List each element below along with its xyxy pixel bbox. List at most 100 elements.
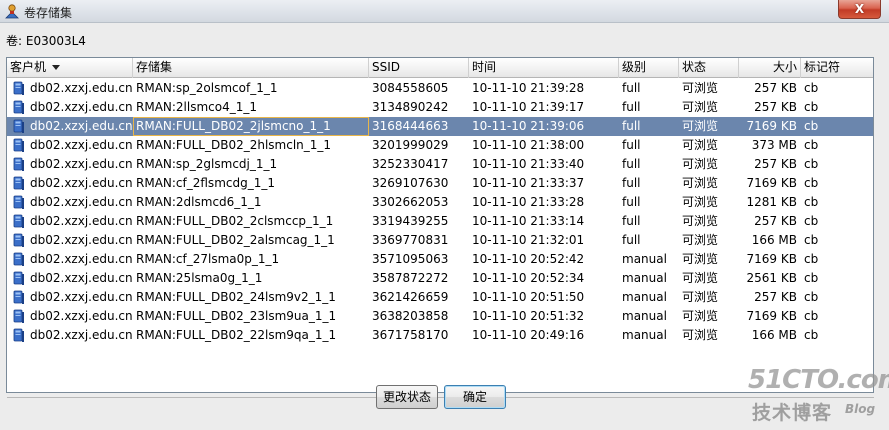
title-bar: 卷存储集 X <box>0 0 889 23</box>
cell-text: full <box>622 195 641 209</box>
table-row[interactable]: db02.xzxj.edu.cn RMAN:FULL_DB02_2jlsmcno_… <box>7 117 873 136</box>
cell-size: 7169 KB <box>739 174 801 193</box>
cell-text: RMAN:FULL_DB02_23lsm9ua_1_1 <box>136 309 337 323</box>
cell-text: 10-11-10 21:39:06 <box>472 119 585 133</box>
cell-text: RMAN:cf_27lsma0p_1_1 <box>136 252 280 266</box>
table-row[interactable]: db02.xzxj.edu.cn RMAN:2dlsmcd6_1_1 3302662… <box>7 193 873 212</box>
cell-text: 10-11-10 21:39:17 <box>472 100 585 114</box>
cell-status: 可浏览 <box>679 117 739 136</box>
watermark-blog-text: Blog <box>845 402 876 416</box>
saveset-table[interactable]: 客户机 存储集 SSID 时间 级别 状态 大小 标记符 db02.xzxj.e… <box>6 57 874 398</box>
cell-text: db02.xzxj.edu.cn <box>30 233 133 247</box>
cell-text: 可浏览 <box>682 271 719 285</box>
cell-text: 可浏览 <box>682 119 719 133</box>
cell-ssid: 3168444663 <box>369 117 469 136</box>
table-row[interactable]: db02.xzxj.edu.cn RMAN:FULL_DB02_2clsmccp_… <box>7 212 873 231</box>
cell-status: 可浏览 <box>679 269 739 288</box>
column-header-client[interactable]: 客户机 <box>7 58 133 78</box>
volume-label: 卷: E03003L4 <box>6 34 86 48</box>
cell-text: full <box>622 214 641 228</box>
cell-text: db02.xzxj.edu.cn <box>30 100 133 114</box>
column-header-label: 标记符 <box>804 60 841 74</box>
watermark-main-text: 51CTO.com <box>748 365 889 395</box>
cell-text: 10-11-10 21:32:01 <box>472 233 585 247</box>
column-header-label-tag[interactable]: 标记符 <box>801 58 873 78</box>
column-header-status[interactable]: 状态 <box>679 58 739 78</box>
cell-text: manual <box>622 309 667 323</box>
column-header-level[interactable]: 级别 <box>619 58 679 78</box>
cell-client: db02.xzxj.edu.cn <box>7 117 133 136</box>
cell-client: db02.xzxj.edu.cn <box>7 231 133 250</box>
cell-text: 10-11-10 21:33:14 <box>472 214 585 228</box>
table-row[interactable]: db02.xzxj.edu.cn RMAN:25lsma0g_1_1 3587872… <box>7 269 873 288</box>
cell-level: full <box>619 193 679 212</box>
cell-text: 257 KB <box>754 100 797 114</box>
table-row[interactable]: db02.xzxj.edu.cn RMAN:sp_2olsmcof_1_1 3084… <box>7 79 873 98</box>
close-button[interactable]: X <box>838 0 881 19</box>
column-header-size[interactable]: 大小 <box>739 58 801 78</box>
column-header-saveset[interactable]: 存储集 <box>133 58 369 78</box>
cell-text: cb <box>804 214 819 228</box>
cell-text: RMAN:FULL_DB02_2clsmccp_1_1 <box>136 214 334 228</box>
column-header-ssid[interactable]: SSID <box>369 58 469 78</box>
cell-label-tag: cb <box>801 288 873 307</box>
client-machine-icon <box>13 119 24 133</box>
cell-text: cb <box>804 309 819 323</box>
cell-text: 10-11-10 21:39:28 <box>472 81 585 95</box>
window-title: 卷存储集 <box>24 6 73 20</box>
cell-text: 7169 KB <box>746 252 797 266</box>
table-row[interactable]: db02.xzxj.edu.cn RMAN:FULL_DB02_2alsmcag_… <box>7 231 873 250</box>
cell-text: RMAN:sp_2glsmcdj_1_1 <box>136 157 278 171</box>
cell-level: manual <box>619 288 679 307</box>
cell-text: cb <box>804 157 819 171</box>
cell-ssid: 3671758170 <box>369 326 469 345</box>
table-row[interactable]: db02.xzxj.edu.cn RMAN:FULL_DB02_2hlsmcln_… <box>7 136 873 155</box>
cell-label-tag: cb <box>801 79 873 98</box>
cell-ssid: 3134890242 <box>369 98 469 117</box>
cell-label-tag: cb <box>801 269 873 288</box>
cell-label-tag: cb <box>801 117 873 136</box>
cell-text: 3369770831 <box>372 233 449 247</box>
cell-text: 257 KB <box>754 214 797 228</box>
cell-status: 可浏览 <box>679 212 739 231</box>
cell-label-tag: cb <box>801 212 873 231</box>
cell-text: 3302662053 <box>372 195 449 209</box>
cell-text: 3671758170 <box>372 328 449 342</box>
client-machine-icon <box>13 309 24 323</box>
cell-ssid: 3571095063 <box>369 250 469 269</box>
column-header-time[interactable]: 时间 <box>469 58 619 78</box>
cell-text: 257 KB <box>754 81 797 95</box>
table-row[interactable]: db02.xzxj.edu.cn RMAN:2llsmco4_1_1 3134890… <box>7 98 873 117</box>
cell-label-tag: cb <box>801 307 873 326</box>
cell-saveset: RMAN:FULL_DB02_23lsm9ua_1_1 <box>133 307 369 326</box>
table-row[interactable]: db02.xzxj.edu.cn RMAN:FULL_DB02_23lsm9ua_… <box>7 307 873 326</box>
cell-time: 10-11-10 20:52:34 <box>469 269 619 288</box>
client-machine-icon <box>13 100 24 114</box>
cell-text: 可浏览 <box>682 195 719 209</box>
table-row[interactable]: db02.xzxj.edu.cn RMAN:sp_2glsmcdj_1_1 3252… <box>7 155 873 174</box>
cell-text: RMAN:FULL_DB02_2hlsmcln_1_1 <box>136 138 332 152</box>
cell-text: manual <box>622 252 667 266</box>
cell-client: db02.xzxj.edu.cn <box>7 288 133 307</box>
cell-time: 10-11-10 21:33:28 <box>469 193 619 212</box>
table-row[interactable]: db02.xzxj.edu.cn RMAN:cf_27lsma0p_1_1 3571… <box>7 250 873 269</box>
change-status-button[interactable]: 更改状态 <box>376 385 438 409</box>
cell-size: 373 MB <box>739 136 801 155</box>
cell-text: 3638203858 <box>372 309 449 323</box>
cell-size: 1281 KB <box>739 193 801 212</box>
table-row[interactable]: db02.xzxj.edu.cn RMAN:FULL_DB02_24lsm9v2_… <box>7 288 873 307</box>
cell-text: 可浏览 <box>682 309 719 323</box>
cell-text: RMAN:2llsmco4_1_1 <box>136 100 258 114</box>
cell-size: 166 MB <box>739 231 801 250</box>
cell-text: 10-11-10 20:49:16 <box>472 328 585 342</box>
cell-level: full <box>619 231 679 250</box>
ok-button[interactable]: 确定 <box>444 385 506 409</box>
table-row[interactable]: db02.xzxj.edu.cn RMAN:cf_2flsmcdg_1_1 3269… <box>7 174 873 193</box>
cell-saveset: RMAN:FULL_DB02_22lsm9qa_1_1 <box>133 326 369 345</box>
column-header-label: 存储集 <box>136 60 173 74</box>
cell-text: 10-11-10 21:33:28 <box>472 195 585 209</box>
cell-size: 257 KB <box>739 288 801 307</box>
table-row[interactable]: db02.xzxj.edu.cn RMAN:FULL_DB02_22lsm9qa_… <box>7 326 873 345</box>
cell-text: 3168444663 <box>372 119 449 133</box>
cell-text: full <box>622 100 641 114</box>
